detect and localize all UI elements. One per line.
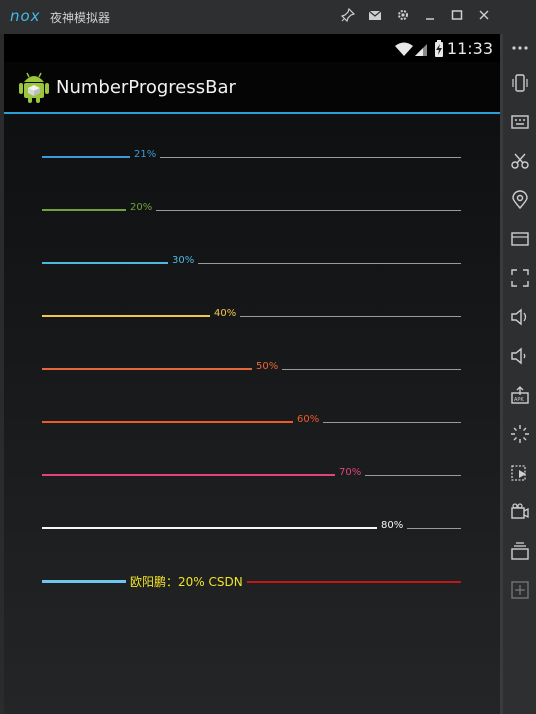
keyboard-icon[interactable]: [510, 112, 530, 132]
progress-label: 80%: [381, 520, 404, 531]
progress-unreached-bar: [156, 209, 461, 211]
number-progress-bar: 20%: [42, 200, 461, 220]
progress-label: 21%: [134, 149, 157, 160]
app-title: NumberProgressBar: [56, 77, 236, 98]
screen-icon[interactable]: [510, 229, 530, 249]
window-title: 夜神模拟器: [50, 11, 111, 25]
rotate-phone-icon[interactable]: [510, 73, 530, 93]
number-progress-bar: 60%: [42, 412, 461, 432]
progress-reached-bar: [42, 474, 335, 476]
volume-up-icon[interactable]: [510, 307, 530, 327]
shake-icon[interactable]: [510, 463, 530, 483]
svg-text:APK: APK: [514, 397, 524, 403]
apk-install-icon[interactable]: APK: [510, 385, 530, 405]
status-icons: [395, 40, 443, 57]
emulator-sidebar: APK: [503, 0, 536, 714]
number-progress-bar: 70%: [42, 465, 461, 485]
nox-logo: nox: [10, 7, 41, 25]
progress-reached-bar: [42, 580, 126, 583]
progress-label: 20%: [130, 202, 153, 213]
status-clock: 11:33: [446, 39, 493, 58]
minimize-icon[interactable]: [421, 8, 439, 26]
progress-unreached-bar: [246, 581, 461, 583]
number-progress-bar: 欧阳鹏：20% CSDN: [42, 572, 461, 592]
progress-label: 欧阳鹏：20% CSDN: [130, 575, 243, 589]
progress-unreached-bar: [282, 368, 461, 370]
progress-label: 70%: [339, 467, 362, 478]
progress-label: 30%: [172, 255, 195, 266]
pin-icon[interactable]: [339, 7, 357, 26]
number-progress-bar: 30%: [42, 253, 461, 273]
progress-label: 40%: [214, 308, 237, 319]
number-progress-bar: 80%: [42, 518, 461, 538]
progress-unreached-bar: [323, 421, 461, 423]
maximize-icon[interactable]: [448, 8, 466, 26]
mail-icon[interactable]: [366, 8, 384, 26]
action-bar: NumberProgressBar: [4, 62, 500, 114]
number-progress-bar: 50%: [42, 359, 461, 379]
android-app-icon: [19, 72, 49, 103]
location-icon[interactable]: [510, 190, 530, 210]
number-progress-bar: 21%: [42, 147, 461, 167]
progress-reached-bar: [42, 262, 168, 264]
progress-reached-bar: [42, 421, 293, 423]
fullscreen-icon[interactable]: [510, 268, 530, 288]
progress-label: 50%: [256, 361, 279, 372]
video-record-icon[interactable]: [510, 502, 530, 522]
progress-reached-bar: [42, 209, 126, 211]
add-icon[interactable]: [510, 580, 530, 600]
more-icon[interactable]: [510, 38, 530, 58]
window-titlebar: nox 夜神模拟器: [0, 0, 503, 34]
screenshot-scissors-icon[interactable]: [510, 151, 530, 171]
status-bar: 11:33: [4, 34, 500, 62]
progress-label: 60%: [297, 414, 320, 425]
progress-reached-bar: [42, 156, 130, 158]
gear-icon[interactable]: [394, 8, 412, 26]
progress-reached-bar: [42, 315, 210, 317]
loading-icon[interactable]: [510, 424, 530, 444]
progress-unreached-bar: [407, 527, 461, 529]
progress-unreached-bar: [365, 474, 461, 476]
volume-down-icon[interactable]: [510, 346, 530, 366]
number-progress-bar: 40%: [42, 306, 461, 326]
progress-unreached-bar: [160, 156, 461, 158]
multi-instance-icon[interactable]: [510, 541, 530, 561]
close-icon[interactable]: [475, 8, 493, 26]
progress-reached-bar: [42, 527, 377, 529]
android-screen: 11:33 NumberProgressBar 21% 20% 30% 40% 50% 6…: [4, 34, 500, 714]
progress-reached-bar: [42, 368, 252, 370]
progress-unreached-bar: [198, 262, 461, 264]
progress-unreached-bar: [240, 315, 461, 317]
